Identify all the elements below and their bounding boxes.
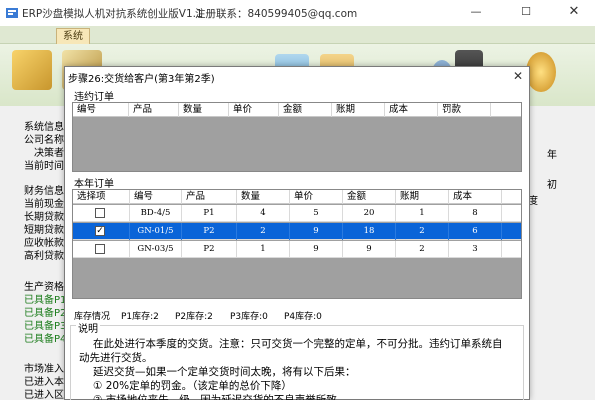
stock-p4: P4库存:0 <box>284 312 322 322</box>
key-icon[interactable] <box>526 52 556 92</box>
table-cell: BD-4/5 <box>130 205 182 222</box>
table-cell: 18 <box>343 223 396 240</box>
table-cell: 9 <box>290 241 343 258</box>
column-header[interactable]: 编号 <box>73 103 129 117</box>
table-cell: P1 <box>182 205 237 222</box>
table-cell: P2 <box>182 241 237 258</box>
note-line: 在此处进行本季度的交货。注意：只可交货一个完整的定单，不可分批。违约订单系统自 <box>93 338 503 350</box>
table-cell: 8 <box>449 205 502 222</box>
dialog-title: 步骤26:交货给客户(第3年第2季) <box>68 74 215 85</box>
dialog-close-button[interactable]: ✕ <box>513 67 523 85</box>
right-label-year: 年 <box>547 150 557 161</box>
column-header[interactable]: 成本 <box>385 103 438 117</box>
select-checkbox[interactable] <box>95 208 105 218</box>
column-header[interactable]: 单价 <box>229 103 279 117</box>
note-line: 延迟交货—如果一个定单交货时间太晚，将有以下后果： <box>93 366 356 378</box>
column-header[interactable]: 金额 <box>343 190 396 204</box>
table-cell: 5 <box>290 205 343 222</box>
current-grid-header: 选择项 编号 产品 数量 单价 金额 账期 成本 <box>73 190 521 204</box>
table-cell: 20 <box>343 205 396 222</box>
column-header[interactable]: 产品 <box>182 190 237 204</box>
close-button[interactable]: ✕ <box>551 0 595 26</box>
table-row[interactable]: ✓ GN-01/5 P2 2 9 18 2 6 <box>73 223 521 240</box>
right-label-beginning: 初 <box>547 180 557 191</box>
table-row[interactable]: BD-4/5 P1 4 5 20 1 8 <box>73 205 521 222</box>
column-header[interactable]: 数量 <box>237 190 290 204</box>
minimize-button[interactable]: — <box>453 0 499 26</box>
notes-section: 说明 在此处进行本季度的交货。注意：只可交货一个完整的定单，不可分批。违约订单系… <box>70 320 524 400</box>
table-cell: 2 <box>396 223 449 240</box>
column-header[interactable]: 编号 <box>130 190 182 204</box>
stock-p3: P3库存:0 <box>230 312 268 322</box>
breach-orders-title: 违约订单 <box>74 92 114 103</box>
table-row[interactable]: GN-03/5 P2 1 9 9 2 3 <box>73 241 521 258</box>
table-cell: 9 <box>343 241 396 258</box>
table-cell: 2 <box>237 223 290 240</box>
table-cell: 9 <box>290 223 343 240</box>
contact-info: 注册联系：840599405@qq.com <box>195 8 358 20</box>
app-icon <box>6 8 18 18</box>
table-cell: GN-03/5 <box>130 241 182 258</box>
maximize-button[interactable]: ☐ <box>503 0 549 26</box>
current-orders-title: 本年订单 <box>74 179 114 190</box>
right-panel: 年 初 度 <box>527 106 595 400</box>
table-cell: 1 <box>237 241 290 258</box>
notes-title: 说明 <box>76 320 100 335</box>
column-header[interactable]: 单价 <box>290 190 343 204</box>
select-checkbox[interactable]: ✓ <box>95 226 105 236</box>
column-header[interactable]: 罚款 <box>438 103 491 117</box>
column-header[interactable]: 成本 <box>449 190 502 204</box>
stock-p1: P1库存:2 <box>121 312 159 322</box>
delivery-dialog: 步骤26:交货给客户(第3年第2季) ✕ 违约订单 编号 产品 数量 单价 金额 账期 成本… <box>64 66 530 400</box>
breach-orders-grid[interactable]: 编号 产品 数量 单价 金额 账期 成本 罚款 <box>72 102 522 172</box>
table-cell: 2 <box>396 241 449 258</box>
info-label: 当前时间: <box>24 161 68 172</box>
info-label: 高利贷款: <box>24 251 68 262</box>
select-cell <box>73 205 130 222</box>
breach-grid-header: 编号 产品 数量 单价 金额 账期 成本 罚款 <box>73 103 521 117</box>
column-header[interactable]: 金额 <box>279 103 332 117</box>
table-cell: P2 <box>182 223 237 240</box>
table-cell: 4 <box>237 205 290 222</box>
finance-chart-icon[interactable] <box>12 50 52 90</box>
note-line: ① 20%定单的罚金。（该定单的总价下降） <box>93 380 292 392</box>
table-cell: 1 <box>396 205 449 222</box>
table-cell: GN-01/5 <box>130 223 182 240</box>
note-line: ② 市场地位丧失，级，因为延迟交货的不良声誉所致 <box>93 394 337 400</box>
column-header[interactable]: 选择项 <box>73 190 130 204</box>
select-checkbox[interactable] <box>95 244 105 254</box>
column-header[interactable]: 产品 <box>129 103 179 117</box>
select-cell: ✓ <box>73 223 130 240</box>
stock-p2: P2库存:2 <box>175 312 213 322</box>
select-cell <box>73 241 130 258</box>
column-header[interactable]: 账期 <box>396 190 449 204</box>
column-header[interactable]: 账期 <box>332 103 385 117</box>
tab-strip: 系统 <box>0 26 595 44</box>
window-title: ERP沙盘模拟人机对抗系统创业版V1.1 <box>22 8 203 20</box>
info-panel: 系统信息 公司名称: 决策者: 当前时间: 财务信息 当前现金: 长期贷款: 短期贷款: 应收帐… <box>0 106 74 400</box>
current-orders-grid[interactable]: 选择项 编号 产品 数量 单价 金额 账期 成本 BD-4/5 P1 4 5 20 1 8 ✓ GN-01/5… <box>72 189 522 299</box>
table-cell: 6 <box>449 223 502 240</box>
note-line: 动先进行交货。 <box>79 352 153 364</box>
dialog-title-bar: 步骤26:交货给客户(第3年第2季) ✕ <box>65 67 529 85</box>
tab-system[interactable]: 系统 <box>56 28 90 44</box>
info-label: 已具备P4 <box>24 334 67 345</box>
title-bar: ERP沙盘模拟人机对抗系统创业版V1.1 注册联系：840599405@qq.c… <box>0 0 595 26</box>
table-cell: 3 <box>449 241 502 258</box>
column-header[interactable]: 数量 <box>179 103 229 117</box>
